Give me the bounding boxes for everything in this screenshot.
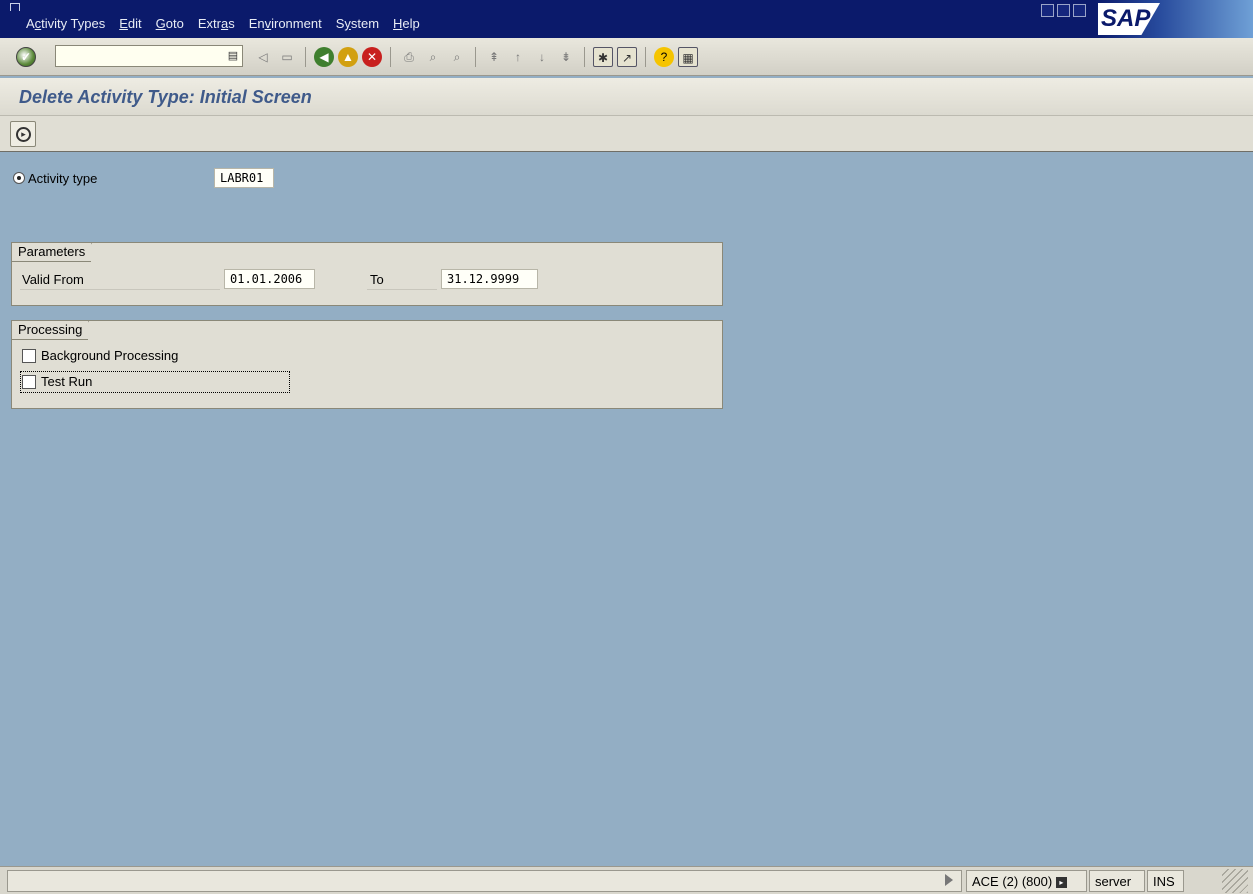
standard-toolbar: ✓ ▤ ◁ ▭ ◀ ▲ ✕ ⎙ ⌕ ⌕ ⇞ ↑ ↓ ⇟ ✱ ↗ ? ▦: [0, 38, 1253, 76]
save-icon[interactable]: ▭: [277, 47, 297, 67]
status-bar: ACE (2) (800) ▸ server INS: [0, 866, 1253, 894]
processing-group: Processing Background Processing Test Ru…: [11, 320, 723, 409]
valid-from-underline: [20, 289, 220, 290]
parameters-group-title: Parameters: [12, 243, 102, 262]
toolbar-separator: [584, 47, 585, 67]
last-page-icon[interactable]: ⇟: [556, 47, 576, 67]
menu-activity-types[interactable]: Activity Types: [26, 16, 105, 31]
valid-from-label: Valid From: [22, 272, 84, 287]
menu-extras[interactable]: Extras: [198, 16, 235, 31]
server-info: server: [1089, 870, 1145, 892]
find-icon[interactable]: ⌕: [423, 47, 443, 67]
test-run-checkbox[interactable]: [22, 375, 36, 389]
system-info-text: ACE (2) (800): [972, 874, 1053, 889]
valid-to-field[interactable]: 31.12.9999: [441, 269, 538, 289]
toolbar-separator: [645, 47, 646, 67]
status-expand-icon[interactable]: [945, 874, 953, 886]
maximize-icon[interactable]: [1057, 4, 1070, 17]
valid-from-field[interactable]: 01.01.2006: [224, 269, 315, 289]
menu-environment[interactable]: Environment: [249, 16, 322, 31]
previous-page-icon[interactable]: ↑: [508, 47, 528, 67]
command-field[interactable]: [55, 45, 243, 67]
background-processing-checkbox[interactable]: [22, 349, 36, 363]
valid-to-underline: [367, 289, 437, 290]
layout-menu-icon[interactable]: ▦: [678, 47, 698, 67]
system-info-icon: ▸: [1055, 877, 1067, 889]
toolbar-separator: [305, 47, 306, 67]
previous-icon[interactable]: ◁: [253, 47, 273, 67]
test-run-label: Test Run: [41, 374, 93, 389]
new-session-icon[interactable]: ✱: [593, 47, 613, 67]
next-page-icon[interactable]: ↓: [532, 47, 552, 67]
menu-bar: Activity Types Edit Goto Extras Environm…: [0, 0, 1253, 38]
toolbar-nav-group: ◁ ▭ ◀ ▲ ✕ ⎙ ⌕ ⌕ ⇞ ↑ ↓ ⇟ ✱ ↗ ? ▦: [253, 47, 698, 67]
activity-type-field[interactable]: LABR01: [214, 168, 274, 188]
menu-help[interactable]: Help: [393, 16, 420, 31]
minimize-icon[interactable]: [1041, 4, 1054, 17]
resize-grip[interactable]: [1222, 869, 1248, 893]
system-info[interactable]: ACE (2) (800) ▸: [966, 870, 1087, 892]
help-icon[interactable]: ?: [654, 47, 674, 67]
menu-edit[interactable]: Edit: [119, 16, 141, 31]
insert-mode: INS: [1147, 870, 1184, 892]
valid-to-label: To: [370, 272, 384, 287]
status-message-area: [7, 870, 962, 892]
first-page-icon[interactable]: ⇞: [484, 47, 504, 67]
menu-list: Activity Types Edit Goto Extras Environm…: [26, 16, 434, 31]
activity-type-radio[interactable]: [13, 172, 25, 184]
execute-icon: ▸: [16, 127, 31, 142]
toolbar-separator: [390, 47, 391, 67]
exit-icon[interactable]: ▲: [338, 47, 358, 67]
command-history-icon[interactable]: ▤: [227, 48, 239, 64]
page-title: Delete Activity Type: Initial Screen: [19, 87, 312, 107]
menu-goto[interactable]: Goto: [156, 16, 184, 31]
window-controls: [1041, 4, 1086, 17]
activity-type-label: Activity type: [28, 171, 98, 186]
enter-icon[interactable]: ✓: [16, 47, 36, 67]
find-next-icon[interactable]: ⌕: [447, 47, 467, 67]
print-icon[interactable]: ⎙: [399, 47, 419, 67]
toolbar-separator: [475, 47, 476, 67]
cancel-icon[interactable]: ✕: [362, 47, 382, 67]
menu-system[interactable]: System: [336, 16, 379, 31]
execute-button[interactable]: ▸: [10, 121, 36, 147]
system-menu-icon[interactable]: [10, 3, 20, 11]
processing-group-title: Processing: [12, 321, 99, 340]
parameters-group: Parameters Valid From 01.01.2006 To 31.1…: [11, 242, 723, 306]
application-toolbar: ▸: [0, 116, 1253, 152]
shortcut-icon[interactable]: ↗: [617, 47, 637, 67]
background-processing-label: Background Processing: [41, 348, 179, 363]
screen-title-bar: Delete Activity Type: Initial Screen: [0, 78, 1253, 116]
back-icon[interactable]: ◀: [314, 47, 334, 67]
close-icon[interactable]: [1073, 4, 1086, 17]
work-area: Activity type LABR01 Parameters Valid Fr…: [0, 152, 1253, 866]
